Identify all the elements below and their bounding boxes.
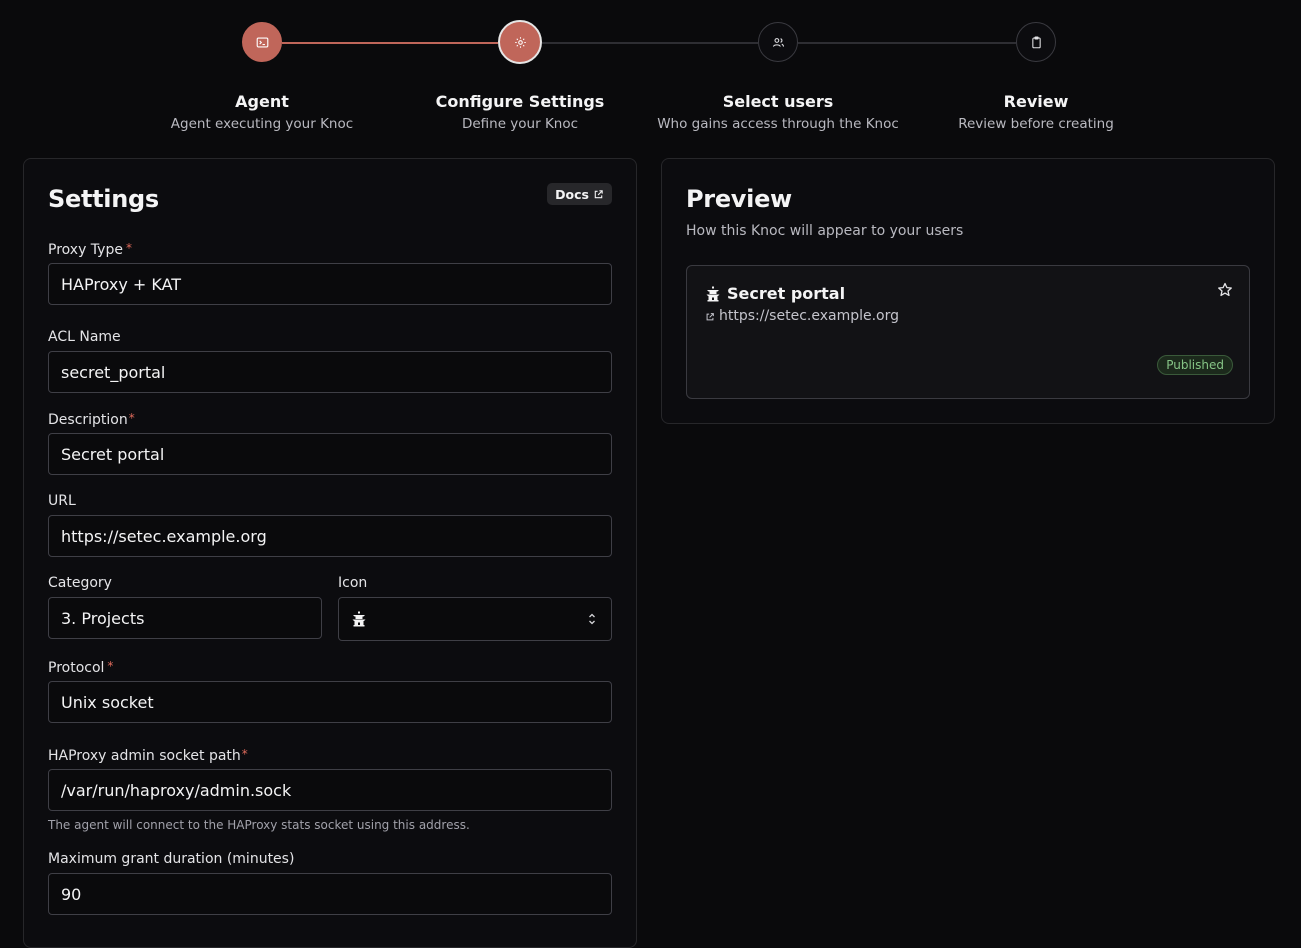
step-subtitle-configure: Define your Knoc: [461, 116, 579, 132]
step-review-button[interactable]: [1016, 22, 1056, 62]
url-label: URL: [48, 493, 76, 509]
step-title-agent: Agent: [235, 92, 289, 111]
gear-icon: [514, 36, 526, 48]
stepper: Agent Agent executing your Knoc Configur…: [0, 0, 1301, 150]
pagoda-icon: [352, 611, 366, 627]
step-configure-button[interactable]: [498, 20, 542, 64]
category-input[interactable]: 3. Projects: [48, 597, 322, 639]
settings-card: Settings Docs Proxy Type * HAProxy + KAT …: [23, 158, 637, 948]
description-input[interactable]: Secret portal: [48, 433, 612, 475]
step-connector-1: [282, 42, 498, 44]
max-grant-label: Maximum grant duration (minutes): [48, 851, 295, 867]
step-connector-2: [542, 42, 758, 44]
external-link-icon: [706, 313, 714, 321]
socket-path-hint: The agent will connect to the HAProxy st…: [48, 818, 470, 832]
pagoda-icon: [706, 286, 720, 302]
settings-title: Settings: [48, 185, 159, 213]
max-grant-input[interactable]: 90: [48, 873, 612, 915]
proxy-type-label: Proxy Type *: [48, 241, 132, 258]
socket-path-label: HAProxy admin socket path*: [48, 747, 248, 764]
icon-label: Icon: [338, 575, 368, 591]
step-agent-button[interactable]: [242, 22, 282, 62]
proxy-type-field[interactable]: HAProxy + KAT: [48, 263, 612, 305]
step-title-users: Select users: [722, 92, 834, 111]
preview-title: Preview: [686, 185, 792, 213]
users-icon: [772, 37, 784, 47]
docs-button[interactable]: Docs: [547, 183, 612, 205]
star-icon[interactable]: [1217, 282, 1233, 298]
external-link-icon: [594, 189, 603, 198]
step-title-review: Review: [1003, 92, 1069, 111]
step-users-button[interactable]: [758, 22, 798, 62]
protocol-field[interactable]: Unix socket: [48, 681, 612, 723]
category-label: Category: [48, 575, 112, 591]
step-subtitle-users: Who gains access through the Knoc: [657, 116, 899, 132]
status-badge: Published: [1157, 355, 1233, 375]
step-connector-3: [798, 42, 1016, 44]
step-subtitle-review: Review before creating: [958, 116, 1114, 132]
docs-label: Docs: [555, 186, 589, 202]
step-subtitle-agent: Agent executing your Knoc: [170, 116, 354, 132]
step-title-configure: Configure Settings: [435, 92, 605, 111]
acl-name-input[interactable]: secret_portal: [48, 351, 612, 393]
description-label: Description*: [48, 411, 135, 428]
preview-card: Preview How this Knoc will appear to you…: [661, 158, 1275, 424]
chevron-up-down-icon: [589, 613, 595, 625]
knoc-preview-title: Secret portal: [727, 284, 846, 303]
icon-select[interactable]: [338, 597, 612, 641]
acl-name-label: ACL Name: [48, 329, 121, 345]
terminal-icon: [256, 36, 268, 48]
url-input[interactable]: https://setec.example.org: [48, 515, 612, 557]
knoc-preview-url[interactable]: https://setec.example.org: [719, 308, 899, 324]
clipboard-icon: [1031, 36, 1041, 48]
socket-path-input[interactable]: /var/run/haproxy/admin.sock: [48, 769, 612, 811]
protocol-label: Protocol *: [48, 659, 114, 676]
preview-subtitle: How this Knoc will appear to your users: [686, 223, 964, 239]
knoc-preview-tile[interactable]: Secret portal https://setec.example.org …: [686, 265, 1250, 399]
